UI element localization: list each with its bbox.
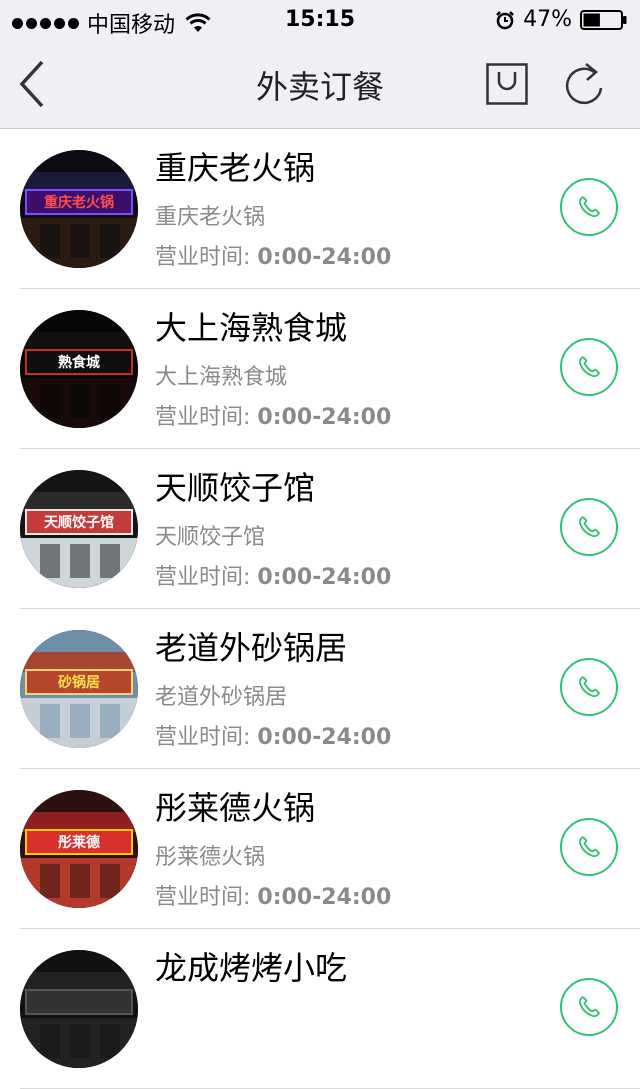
call-button[interactable] (560, 818, 618, 876)
phone-icon (579, 356, 600, 377)
business-hours: 营业时间: 0:00-24:00 (155, 559, 391, 591)
restaurant-subname: 彤莱德火锅 (155, 845, 266, 870)
hours-value: 0:00-24:00 (257, 885, 392, 910)
restaurant-photo: 熟食城 (20, 310, 138, 428)
battery-fill (583, 13, 600, 26)
hours-label: 营业时间: (155, 725, 251, 750)
restaurant-name: 大上海熟食城 (155, 309, 348, 347)
phone-icon (579, 676, 600, 697)
back-button[interactable] (14, 56, 50, 112)
hours-value: 0:00-24:00 (257, 405, 392, 430)
storefront-image: 天顺饺子馆 (20, 470, 138, 588)
sign-text: 熟食城 (58, 354, 100, 371)
call-button[interactable] (560, 338, 618, 396)
restaurant-photo (20, 950, 138, 1068)
call-button[interactable] (560, 978, 618, 1036)
storefront-image: 熟食城 (20, 310, 138, 428)
restaurant-photo: 砂锅居 (20, 630, 138, 748)
sign-text: 砂锅居 (57, 674, 100, 691)
restaurant-name: 龙成烤烤小吃 (155, 949, 348, 987)
restaurant-subname: 大上海熟食城 (155, 365, 288, 390)
restaurant-row[interactable]: 重庆老火锅 重庆老火锅 重庆老火锅 营业时间: 0:00-24:00 (0, 129, 640, 289)
restaurant-name: 重庆老火锅 (155, 149, 316, 187)
restaurant-subname: 重庆老火锅 (155, 205, 266, 230)
refresh-button[interactable] (560, 58, 608, 110)
hours-label: 营业时间: (155, 565, 251, 590)
battery-icon (580, 9, 627, 30)
hours-value: 0:00-24:00 (257, 565, 392, 590)
hours-label: 营业时间: (155, 885, 251, 910)
restaurant-subname: 天顺饺子馆 (155, 525, 266, 550)
hours-label: 营业时间: (155, 405, 251, 430)
phone-icon (579, 196, 600, 217)
restaurant-row[interactable]: 彤莱德 彤莱德火锅 彤莱德火锅 营业时间: 0:00-24:00 (0, 769, 640, 929)
call-button[interactable] (560, 498, 618, 556)
restaurant-name: 彤莱德火锅 (155, 789, 316, 827)
status-right: 47% (495, 7, 628, 32)
alarm-icon (496, 10, 514, 29)
nav-bar: 外卖订餐 (0, 40, 640, 129)
phone-icon (579, 516, 600, 537)
sign-text: 彤莱德 (58, 834, 100, 851)
storefront-image (20, 950, 138, 1068)
hours-value: 0:00-24:00 (257, 725, 392, 750)
storefront-image: 砂锅居 (20, 630, 138, 748)
sign-text: 天顺饺子馆 (44, 514, 114, 531)
hours-label: 营业时间: (155, 245, 251, 270)
cart-icon (497, 72, 517, 91)
restaurant-row[interactable]: 龙成烤烤小吃 (0, 929, 640, 1089)
refresh-icon (565, 67, 603, 105)
battery-percent: 47% (523, 7, 572, 32)
restaurant-subname: 老道外砂锅居 (155, 685, 288, 710)
sign-text: 重庆老火锅 (44, 194, 114, 211)
business-hours: 营业时间: 0:00-24:00 (155, 719, 391, 751)
status-bar: 中国移动 15:15 47% (0, 0, 640, 40)
storefront-image: 彤莱德 (20, 790, 138, 908)
restaurant-name: 老道外砂锅居 (155, 629, 348, 667)
business-hours: 营业时间: 0:00-24:00 (155, 399, 391, 431)
phone-icon (579, 836, 600, 857)
page-title: 外卖订餐 (255, 68, 384, 106)
phone-icon (579, 996, 600, 1017)
restaurant-row[interactable]: 天顺饺子馆 天顺饺子馆 天顺饺子馆 营业时间: 0:00-24:00 (0, 449, 640, 609)
restaurant-row[interactable]: 熟食城 大上海熟食城 大上海熟食城 营业时间: 0:00-24:00 (0, 289, 640, 449)
restaurant-list: 重庆老火锅 重庆老火锅 重庆老火锅 营业时间: 0:00-24:00 熟食城 大… (0, 129, 640, 1089)
call-button[interactable] (560, 178, 618, 236)
business-hours: 营业时间: 0:00-24:00 (155, 239, 391, 271)
restaurant-photo: 彤莱德 (20, 790, 138, 908)
restaurant-photo: 重庆老火锅 (20, 150, 138, 268)
call-button[interactable] (560, 658, 618, 716)
business-hours: 营业时间: 0:00-24:00 (155, 879, 391, 911)
restaurant-photo: 天顺饺子馆 (20, 470, 138, 588)
storefront-image: 重庆老火锅 (20, 150, 138, 268)
back-chevron-icon (19, 60, 44, 108)
cart-button[interactable] (486, 63, 528, 105)
restaurant-row[interactable]: 砂锅居 老道外砂锅居 老道外砂锅居 营业时间: 0:00-24:00 (0, 609, 640, 769)
restaurant-name: 天顺饺子馆 (155, 469, 316, 507)
hours-value: 0:00-24:00 (257, 245, 392, 270)
